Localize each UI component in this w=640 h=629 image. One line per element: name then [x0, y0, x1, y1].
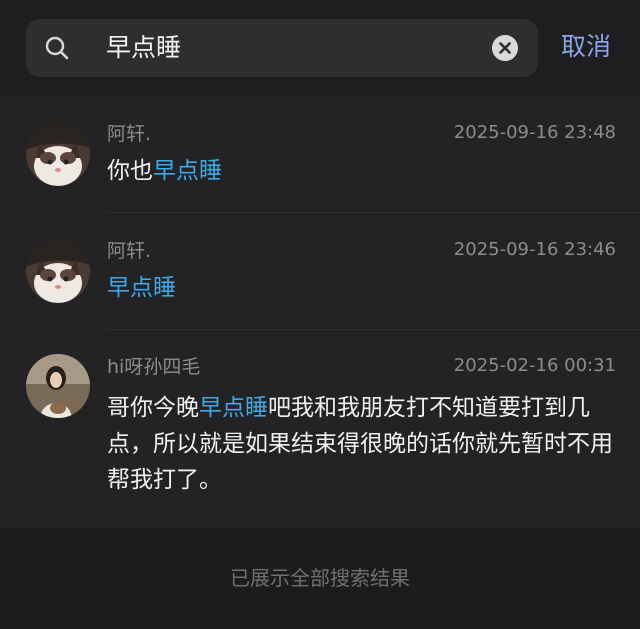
message-text: 早点睡: [107, 270, 619, 306]
result-item[interactable]: hi呀孙四毛 2025-02-16 00:31 哥你今晚早点睡吧我和我朋友打不知…: [0, 330, 640, 528]
footer: 已展示全部搜索结果: [0, 528, 640, 629]
avatar: [26, 354, 90, 418]
sender-name: hi呀孙四毛: [107, 356, 201, 378]
message-highlight: 早点睡: [153, 158, 222, 184]
result-item[interactable]: 阿轩. 2025-09-16 23:46 早点睡: [0, 213, 640, 330]
message-time: 2025-09-16 23:48: [453, 122, 616, 143]
search-results-list: 阿轩. 2025-09-16 23:48 你也早点睡 阿轩. 2025-09-1…: [0, 96, 640, 528]
search-bar: 早点睡 取消: [0, 0, 640, 96]
cancel-button[interactable]: 取消: [561, 31, 611, 63]
sender-name: 阿轩.: [107, 123, 152, 145]
message-text: 哥你今晚早点睡吧我和我朋友打不知道要打到几点，所以就是如果结束得很晚的话你就先暂…: [107, 390, 619, 498]
search-query: 早点睡: [106, 33, 182, 62]
message-time: 2025-09-16 23:46: [453, 239, 616, 260]
result-item[interactable]: 阿轩. 2025-09-16 23:48 你也早点睡: [0, 96, 640, 213]
avatar: [26, 239, 90, 303]
avatar: [26, 122, 90, 186]
message-highlight: 早点睡: [199, 395, 268, 421]
clear-icon[interactable]: [492, 35, 518, 61]
end-of-results-text: 已展示全部搜索结果: [230, 566, 410, 590]
message-text-before: 哥你今晚: [107, 395, 199, 421]
sender-name: 阿轩.: [107, 240, 152, 262]
search-icon: [45, 36, 69, 60]
message-time: 2025-02-16 00:31: [453, 355, 616, 376]
search-input[interactable]: 早点睡: [26, 19, 538, 77]
message-text: 你也早点睡: [107, 153, 619, 189]
message-highlight: 早点睡: [107, 275, 176, 301]
message-text-before: 你也: [107, 158, 153, 184]
